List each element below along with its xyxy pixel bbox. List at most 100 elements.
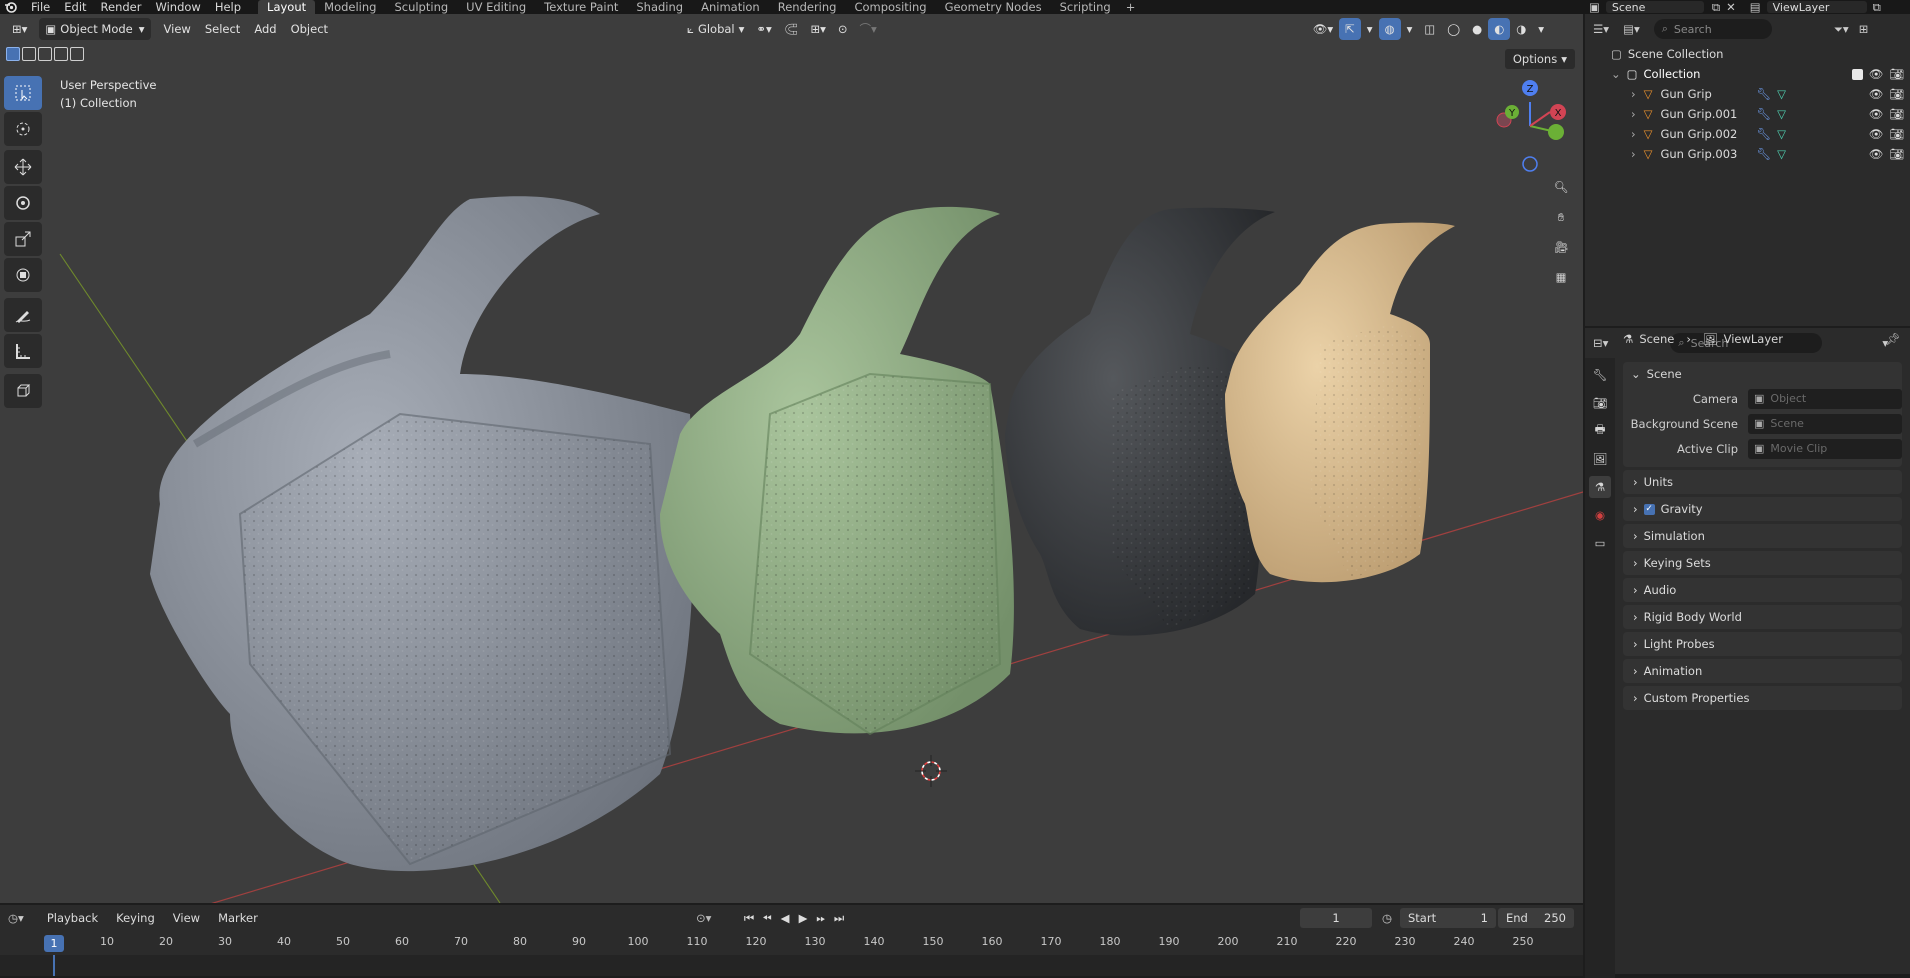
blender-logo-icon[interactable] bbox=[4, 0, 18, 14]
editor-type-icon[interactable]: ☰▾ bbox=[1593, 22, 1609, 36]
workspace-tab-animation[interactable]: Animation bbox=[692, 0, 769, 14]
outliner-object-row[interactable]: › ▽ Gun Grip 🔧︎ ▽ 👁︎ 📷︎ bbox=[1585, 84, 1910, 104]
viewport-menu-view[interactable]: View bbox=[157, 22, 198, 36]
field-background-scene-input[interactable]: ▣ Scene bbox=[1748, 413, 1902, 434]
workspace-tab-scripting[interactable]: Scripting bbox=[1051, 0, 1120, 14]
new-view-layer-icon[interactable]: ⧉ bbox=[1873, 0, 1881, 15]
view-layer-tab-icon[interactable]: 🖼︎ bbox=[1589, 448, 1611, 470]
menu-help[interactable]: Help bbox=[208, 0, 248, 14]
viewport-menu-add[interactable]: Add bbox=[247, 22, 283, 36]
panel-audio[interactable]: › Audio bbox=[1623, 578, 1902, 602]
visibility-eye-icon[interactable]: 👁︎ bbox=[1869, 87, 1884, 101]
snap-target-icon[interactable]: ⊞▾ bbox=[804, 18, 831, 40]
timeline-track[interactable] bbox=[0, 955, 1583, 976]
gizmo-dropdown-icon[interactable]: ▾ bbox=[1361, 18, 1379, 40]
tool-tab-icon[interactable]: 🔧︎ bbox=[1589, 364, 1611, 386]
outliner-object-row[interactable]: › ▽ Gun Grip.002 🔧︎ ▽ 👁︎ 📷︎ bbox=[1585, 124, 1910, 144]
navigation-gizmo[interactable]: Z X Y bbox=[1490, 76, 1570, 176]
editor-type-icon[interactable]: ⊟▾ bbox=[1593, 336, 1608, 350]
jump-end-icon[interactable]: ⏭ bbox=[832, 911, 846, 925]
viewport-menu-select[interactable]: Select bbox=[198, 22, 247, 36]
panel-simulation[interactable]: › Simulation bbox=[1623, 524, 1902, 548]
select-intersect-icon[interactable] bbox=[70, 47, 84, 61]
panel-rigid-body-world[interactable]: › Rigid Body World bbox=[1623, 605, 1902, 629]
expand-arrow-icon[interactable]: › bbox=[1631, 107, 1636, 121]
visibility-icon[interactable]: 👁︎▾ bbox=[1307, 18, 1339, 40]
workspace-tab-add[interactable]: + bbox=[1120, 0, 1142, 14]
frame-ruler[interactable]: 1 10 20 30 40 50 60 70 80 90 100 110 120 130 140 150 16… bbox=[0, 931, 1583, 955]
view-layer-icon[interactable]: ▤ bbox=[1750, 0, 1761, 14]
jump-start-icon[interactable]: ⏮ bbox=[742, 911, 756, 925]
render-camera-icon[interactable]: 📷︎ bbox=[1889, 87, 1904, 101]
visibility-eye-icon[interactable]: 👁︎ bbox=[1869, 127, 1884, 141]
select-subtract-icon[interactable] bbox=[38, 47, 52, 61]
workspace-tab-sculpting[interactable]: Sculpting bbox=[385, 0, 457, 14]
transform-tool-icon[interactable] bbox=[4, 258, 42, 292]
play-reverse-icon[interactable]: ◀ bbox=[778, 911, 792, 925]
move-tool-icon[interactable] bbox=[4, 150, 42, 184]
world-tab-icon[interactable]: ◉ bbox=[1589, 504, 1611, 526]
menu-file[interactable]: File bbox=[24, 0, 57, 14]
delete-scene-icon[interactable]: ✕ bbox=[1726, 0, 1736, 14]
material-shading-icon[interactable]: ◐ bbox=[1488, 18, 1511, 40]
panel-animation[interactable]: › Animation bbox=[1623, 659, 1902, 683]
annotate-tool-icon[interactable] bbox=[4, 298, 42, 332]
scene-selector[interactable]: Scene bbox=[1605, 1, 1704, 14]
current-frame-field[interactable]: 1 bbox=[1300, 908, 1372, 928]
gravity-checkbox[interactable]: ✓ bbox=[1643, 503, 1655, 515]
snap-icon[interactable]: 🧲︎ bbox=[778, 18, 805, 40]
pan-hand-icon[interactable]: ✋︎ bbox=[1548, 204, 1574, 230]
visibility-eye-icon[interactable]: 👁︎ bbox=[1869, 107, 1884, 121]
scale-tool-icon[interactable] bbox=[4, 222, 42, 256]
workspace-tab-layout[interactable]: Layout bbox=[258, 0, 316, 14]
timeline-menu-marker[interactable]: Marker bbox=[209, 911, 267, 925]
new-collection-icon[interactable]: ⊞ bbox=[1859, 22, 1869, 36]
panel-custom-properties[interactable]: › Custom Properties bbox=[1623, 686, 1902, 710]
expand-arrow-icon[interactable]: ⌄ bbox=[1611, 67, 1621, 81]
timeline-menu-playback[interactable]: Playback bbox=[38, 911, 107, 925]
display-mode-icon[interactable]: ▤▾ bbox=[1623, 22, 1640, 36]
panel-units[interactable]: › Units bbox=[1623, 470, 1902, 494]
outliner-search-input[interactable]: ⌕ Search bbox=[1653, 19, 1772, 39]
mode-selector[interactable]: ▣ Object Mode ▾ bbox=[39, 18, 151, 40]
expand-arrow-icon[interactable]: › bbox=[1631, 127, 1636, 141]
end-frame-field[interactable]: End 250 bbox=[1498, 908, 1574, 928]
panel-light-probes[interactable]: › Light Probes bbox=[1623, 632, 1902, 656]
workspace-tab-modeling[interactable]: Modeling bbox=[315, 0, 385, 14]
zoom-icon[interactable]: 🔍︎ bbox=[1548, 174, 1574, 200]
menu-edit[interactable]: Edit bbox=[57, 0, 93, 14]
collection-tab-icon[interactable]: ▭ bbox=[1589, 532, 1611, 554]
field-camera-input[interactable]: ▣ Object bbox=[1748, 388, 1902, 409]
workspace-tab-uv-editing[interactable]: UV Editing bbox=[457, 0, 535, 14]
render-tab-icon[interactable]: 📷︎ bbox=[1589, 392, 1611, 414]
pin-icon[interactable]: 📌︎ bbox=[1885, 332, 1900, 346]
select-extend-icon[interactable] bbox=[22, 47, 36, 61]
pivot-point-icon[interactable]: ⚭▾ bbox=[750, 18, 777, 40]
proportional-edit-icon[interactable]: ⊙ bbox=[832, 18, 854, 40]
select-invert-icon[interactable] bbox=[54, 47, 68, 61]
render-camera-icon[interactable]: 📷︎ bbox=[1889, 107, 1904, 121]
checkbox-icon[interactable] bbox=[1851, 68, 1863, 80]
workspace-tab-shading[interactable]: Shading bbox=[627, 0, 692, 14]
view-layer-selector[interactable]: ViewLayer bbox=[1766, 1, 1867, 14]
scene-tab-icon[interactable]: ⚗︎ bbox=[1589, 476, 1611, 498]
filter-icon[interactable]: ⏷▾ bbox=[1834, 22, 1849, 37]
workspace-tab-geometry-nodes[interactable]: Geometry Nodes bbox=[936, 0, 1051, 14]
next-keyframe-icon[interactable]: ⏩︎ bbox=[814, 911, 828, 925]
select-new-icon[interactable] bbox=[6, 47, 20, 61]
output-tab-icon[interactable]: 🖶︎ bbox=[1589, 420, 1611, 442]
overlay-toggle-icon[interactable]: ◍ bbox=[1378, 18, 1401, 40]
panel-gravity[interactable]: › ✓ Gravity bbox=[1623, 497, 1902, 521]
workspace-tab-compositing[interactable]: Compositing bbox=[845, 0, 935, 14]
scene-collection-row[interactable]: ▢ Scene Collection bbox=[1585, 44, 1910, 64]
transform-orientation[interactable]: ⟀ Global ▾ bbox=[681, 18, 750, 40]
viewport-menu-object[interactable]: Object bbox=[284, 22, 335, 36]
orthographic-grid-icon[interactable]: ▦ bbox=[1548, 264, 1574, 290]
menu-render[interactable]: Render bbox=[94, 0, 149, 14]
timeline-menu-view[interactable]: View bbox=[164, 911, 209, 925]
editor-type-icon[interactable]: ◷▾ bbox=[8, 911, 24, 925]
clock-icon[interactable]: ◷ bbox=[1382, 911, 1392, 925]
visibility-eye-icon[interactable]: 👁︎ bbox=[1869, 147, 1884, 161]
expand-arrow-icon[interactable]: › bbox=[1631, 147, 1636, 161]
auto-key-icon[interactable]: ⊙▾ bbox=[696, 911, 711, 925]
